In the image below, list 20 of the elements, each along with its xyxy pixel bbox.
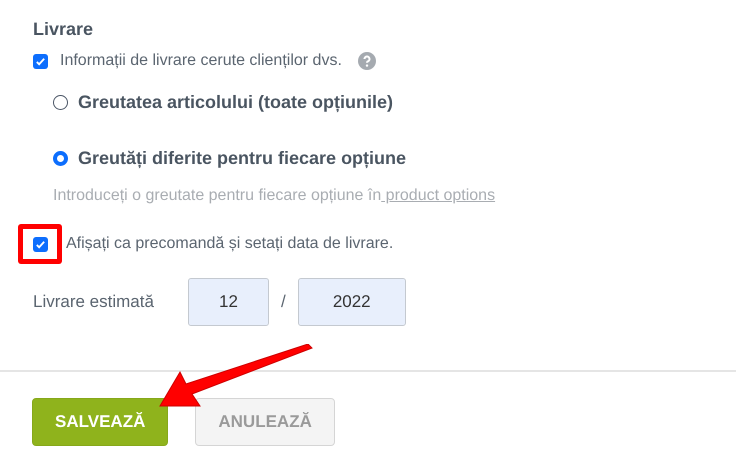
date-separator: /: [281, 291, 286, 314]
radio-label: Greutatea articolului (toate opțiunile): [78, 91, 394, 114]
radio-label: Greutăți diferite pentru fiecare opțiune: [78, 147, 406, 170]
product-options-link[interactable]: product options: [381, 187, 496, 204]
checkbox-label: Informații de livrare cerute clienților dvs.: [60, 51, 342, 71]
year-field[interactable]: 2022: [298, 278, 406, 326]
checkbox[interactable]: [32, 236, 48, 252]
section-title: Livrare: [33, 18, 94, 41]
radio-button[interactable]: [53, 95, 68, 110]
checkbox[interactable]: [33, 54, 48, 68]
month-field[interactable]: 12: [188, 278, 269, 326]
checkmark-icon: [34, 238, 46, 250]
hint-text: Introduceți o greutate pentru fiecare opțiune în product options: [53, 186, 496, 206]
checkbox-label: Afișați ca precomandă și setați data de livrare.: [66, 234, 394, 254]
save-button[interactable]: SALVEAZĂ: [32, 398, 168, 446]
checkmark-icon: [35, 56, 46, 66]
help-icon: [358, 52, 376, 70]
field-label: Livrare estimată: [33, 291, 155, 314]
radio-button[interactable]: [53, 151, 68, 166]
cancel-button[interactable]: ANULEAZĂ: [195, 398, 335, 446]
